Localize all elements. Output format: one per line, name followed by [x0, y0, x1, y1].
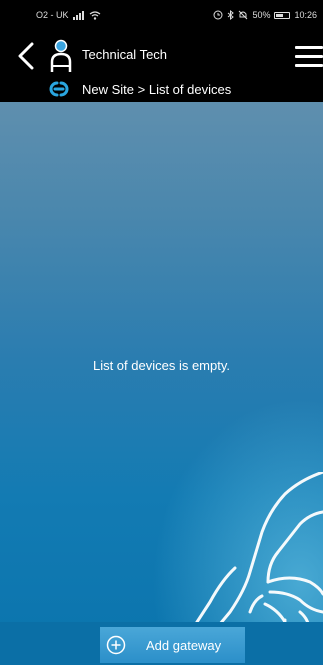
menu-line: [295, 55, 323, 58]
battery-percent: 50%: [252, 10, 271, 20]
bottom-bar: Add gateway: [0, 622, 323, 665]
add-gateway-button[interactable]: Add gateway: [100, 627, 245, 663]
carrier-label: O2 - UK: [36, 10, 69, 20]
breadcrumb: New Site > List of devices: [82, 82, 232, 97]
wifi-icon: [89, 10, 100, 20]
status-right: 50% 10:26: [213, 10, 317, 20]
menu-line: [295, 64, 323, 67]
user-name: Technical Tech: [82, 47, 168, 62]
user-icon: [50, 39, 72, 72]
clock: 10:26: [294, 10, 317, 20]
device-list-area: List of devices is empty.: [0, 102, 323, 665]
signal-icon: [72, 10, 84, 20]
status-bar: O2 - UK 50% 10:26: [0, 0, 323, 32]
link-icon: [49, 81, 69, 97]
app-header: Technical Tech New Site > List of device…: [0, 32, 323, 102]
status-left: O2 - UK: [36, 10, 101, 20]
menu-button[interactable]: [295, 46, 323, 68]
plus-circle-icon: [106, 635, 126, 655]
app-screen: O2 - UK 50% 10:26 Technical Tech New Sit…: [0, 0, 323, 665]
bluetooth-icon: [228, 10, 235, 20]
back-button[interactable]: [16, 42, 36, 70]
add-gateway-label: Add gateway: [146, 637, 222, 653]
alarm-icon: [213, 10, 223, 20]
mute-icon: [239, 10, 248, 20]
battery-icon: [274, 11, 291, 19]
menu-line: [295, 46, 323, 49]
empty-list-message: List of devices is empty.: [92, 358, 231, 373]
